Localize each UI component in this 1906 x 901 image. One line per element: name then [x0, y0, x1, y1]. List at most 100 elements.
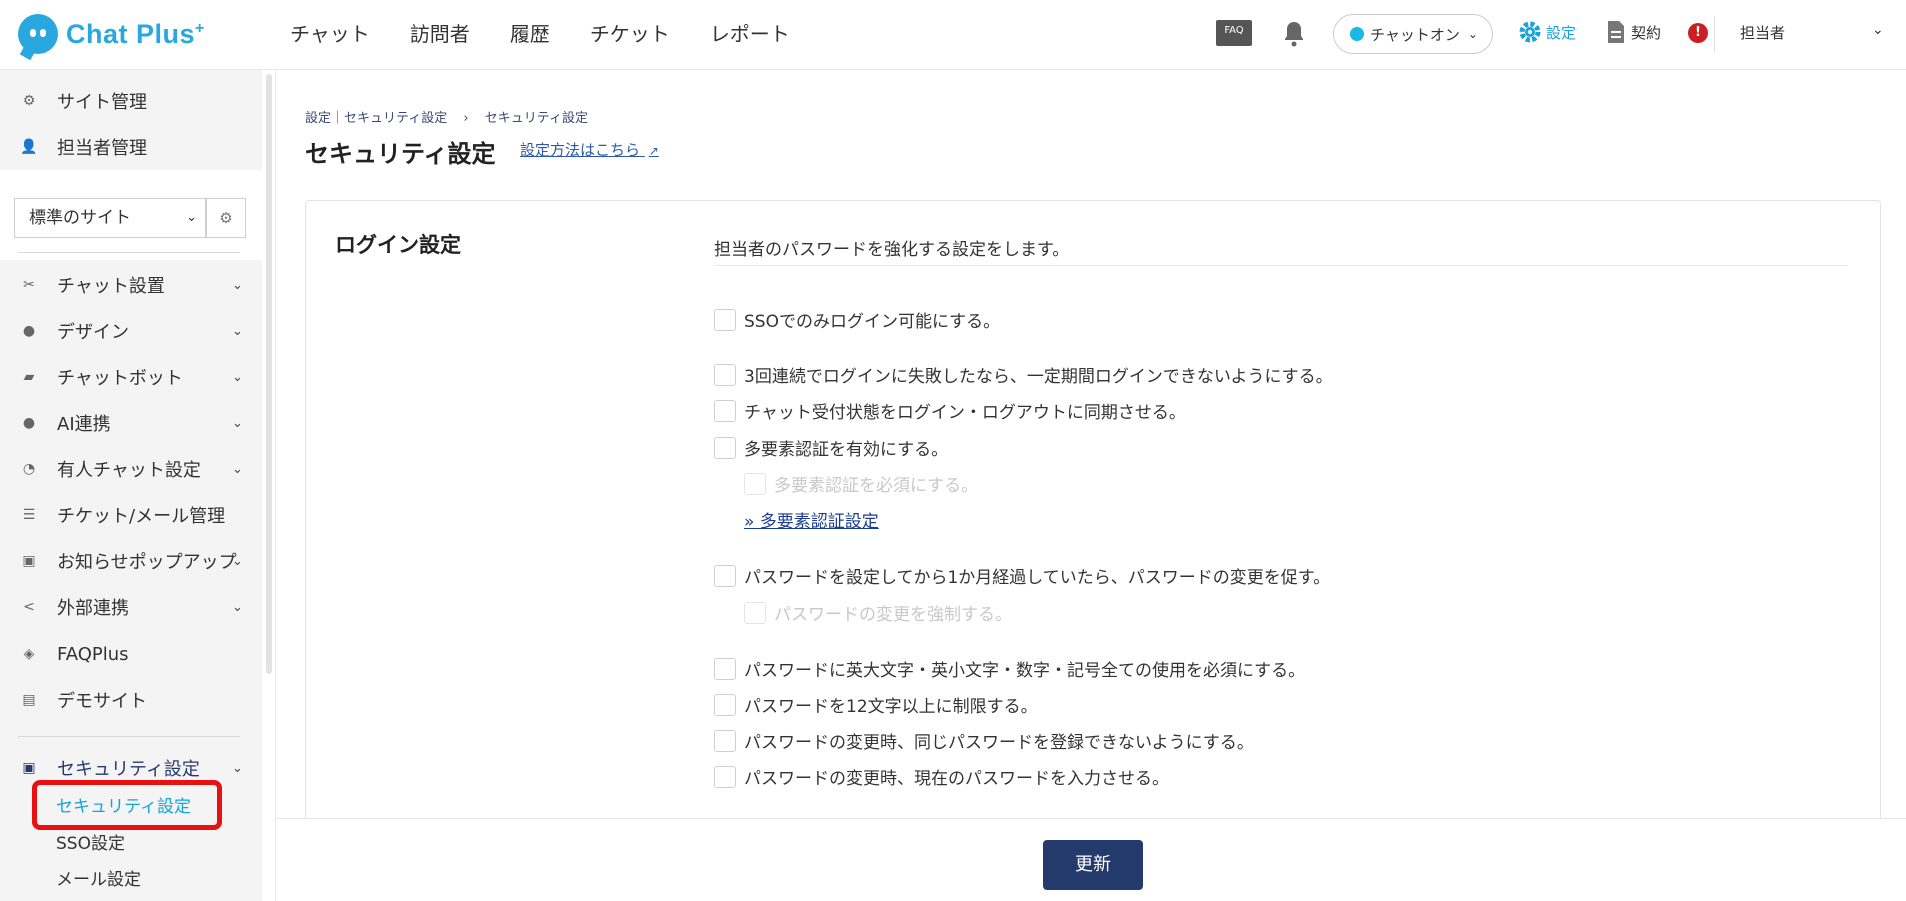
chevron-down-icon: ⌄ — [232, 760, 243, 776]
chevron-down-icon: ⌄ — [232, 369, 243, 385]
contract-label: 契約 — [1631, 23, 1662, 42]
option-password-history[interactable]: パスワードの変更時、同じパスワードを登録できないようにする。 — [714, 728, 1254, 753]
palette-icon: ● — [22, 323, 36, 339]
sidebar-item-agent-management[interactable]: 👤 担当者管理 — [0, 125, 262, 169]
checkbox[interactable] — [714, 729, 736, 752]
sidebar-divider — [18, 736, 240, 737]
highlight-annotation — [32, 780, 222, 830]
sidebar-scrollbar[interactable] — [262, 70, 276, 901]
option-password-length[interactable]: パスワードを12文字以上に制限する。 — [714, 692, 1038, 717]
gear-icon — [1519, 21, 1541, 43]
scrollbar-thumb[interactable] — [266, 74, 272, 674]
breadcrumb-parent[interactable]: 設定｜セキュリティ設定 — [305, 111, 447, 126]
section-divider — [714, 265, 1848, 266]
sidebar-item-site-management[interactable]: ⚙ サイト管理 — [0, 79, 262, 123]
chat-bubble-logo-icon — [18, 14, 58, 54]
checkbox[interactable] — [714, 399, 736, 422]
nav-reports[interactable]: レポート — [710, 18, 790, 47]
sidebar-divider — [18, 252, 240, 253]
howto-link[interactable]: 設定方法はこちら ↗ — [520, 139, 659, 160]
status-dot-icon — [1350, 27, 1364, 41]
nav-chat[interactable]: チャット — [290, 18, 370, 47]
top-navigation: チャット 訪問者 履歴 チケット レポート — [290, 18, 790, 47]
sidebar-item-chat-install[interactable]: ✂ チャット設置 ⌄ — [0, 263, 262, 307]
checkbox[interactable] — [714, 765, 736, 788]
chat-bubble-icon: ▰ — [23, 369, 35, 385]
popup-icon: ▣ — [22, 553, 36, 569]
site-settings-gear-icon[interactable]: ⚙ — [206, 198, 246, 238]
option-lockout[interactable]: 3回連続でログインに失敗したなら、一定期間ログインできないようにする。 — [714, 362, 1333, 387]
document-icon — [1608, 21, 1624, 43]
checkbox[interactable] — [714, 657, 736, 680]
option-force-password-change: パスワードの変更を強制する。 — [744, 600, 1012, 625]
faq-plus-icon: ◈ — [23, 646, 35, 662]
update-button[interactable]: 更新 — [1043, 840, 1143, 890]
sidebar-item-popup[interactable]: ▣ お知らせポップアップ ⌄ — [0, 539, 262, 583]
chat-status-toggle[interactable]: チャットオン ⌄ — [1333, 14, 1493, 54]
option-password-complexity[interactable]: パスワードに英大文字・英小文字・数字・記号全ての使用を必須にする。 — [714, 656, 1305, 681]
checkbox[interactable] — [714, 564, 736, 587]
page-title: セキュリティ設定 — [305, 140, 496, 168]
option-mfa-enable[interactable]: 多要素認証を有効にする。 — [714, 435, 948, 460]
user-menu[interactable]: 担当者 — [1740, 22, 1785, 43]
alert-icon[interactable]: ! — [1688, 23, 1708, 43]
app-logo[interactable]: Chat Plus+ — [18, 14, 205, 54]
checkbox-disabled — [744, 472, 766, 495]
app-name: Chat Plus+ — [66, 18, 205, 49]
user-gear-icon: 👤 — [20, 139, 38, 155]
chevron-down-icon: ⌄ — [232, 599, 243, 615]
chevron-down-icon: ⌄ — [1467, 27, 1478, 41]
bell-icon[interactable] — [1282, 20, 1306, 48]
chat-status-label: チャットオン — [1370, 25, 1460, 44]
mfa-settings-link[interactable]: » 多要素認証設定 — [744, 507, 879, 532]
chevron-down-icon: ⌄ — [232, 461, 243, 477]
checkbox[interactable] — [714, 693, 736, 716]
checkbox[interactable] — [714, 363, 736, 386]
checkbox[interactable] — [714, 436, 736, 459]
option-sso-only[interactable]: SSOでのみログイン可能にする。 — [714, 307, 1000, 332]
breadcrumb-separator: › — [463, 111, 469, 126]
external-link-icon: ↗ — [648, 144, 659, 158]
sidebar-item-faqplus[interactable]: ◈ FAQPlus — [0, 632, 262, 676]
contract-link[interactable]: 契約 — [1606, 20, 1661, 44]
sidebar-item-live-chat[interactable]: ◔ 有人チャット設定 ⌄ — [0, 447, 262, 491]
chevron-down-icon: ⌄ — [232, 277, 243, 293]
sidebar-item-demo-site[interactable]: ▤ デモサイト — [0, 678, 262, 722]
sidebar-item-chatbot[interactable]: ▰ チャットボット ⌄ — [0, 355, 262, 399]
sidebar-subitem-sso[interactable]: SSO設定 — [56, 829, 125, 854]
section-title: ログイン設定 — [335, 233, 461, 257]
chevron-down-icon[interactable]: ⌄ — [1872, 22, 1884, 38]
sidebar-item-design[interactable]: ● デザイン ⌄ — [0, 309, 262, 353]
sidebar-subitem-mail[interactable]: メール設定 — [56, 865, 141, 890]
sidebar-item-ai[interactable]: ● AI連携 ⌄ — [0, 401, 262, 445]
faq-icon[interactable]: FAQ — [1216, 20, 1252, 46]
browser-icon: ▤ — [22, 692, 36, 708]
option-mfa-required: 多要素認証を必須にする。 — [744, 471, 978, 496]
chevron-down-icon: ⌄ — [232, 415, 243, 431]
nav-history[interactable]: 履歴 — [510, 18, 550, 47]
share-icon: < — [23, 599, 35, 615]
bulb-icon: ● — [22, 415, 36, 431]
chevron-down-icon: ⌄ — [232, 553, 243, 569]
sidebar-item-integration[interactable]: < 外部連携 ⌄ — [0, 585, 262, 629]
chevron-down-icon: ⌄ — [186, 210, 197, 225]
sidebar-item-ticket-mail[interactable]: ☰ チケット/メール管理 — [0, 493, 262, 537]
settings-link[interactable]: 設定 — [1518, 20, 1576, 44]
headset-icon: ◔ — [22, 461, 36, 477]
header-divider — [1714, 16, 1715, 52]
shield-icon: ▣ — [22, 760, 36, 776]
checkbox[interactable] — [714, 308, 736, 331]
section-description: 担当者のパスワードを強化する設定をします。 — [714, 240, 1070, 260]
gear-sites-icon: ⚙ — [22, 93, 36, 109]
site-select[interactable]: 標準のサイト ⌄ — [14, 198, 206, 238]
settings-label: 設定 — [1546, 23, 1577, 42]
breadcrumb: 設定｜セキュリティ設定 › セキュリティ設定 — [305, 107, 588, 126]
option-password-expiry[interactable]: パスワードを設定してから1か月経過していたら、パスワードの変更を促す。 — [714, 563, 1330, 588]
option-current-password[interactable]: パスワードの変更時、現在のパスワードを入力させる。 — [714, 764, 1169, 789]
option-sync-status[interactable]: チャット受付状態をログイン・ログアウトに同期させる。 — [714, 398, 1186, 423]
list-icon: ☰ — [22, 507, 36, 523]
nav-tickets[interactable]: チケット — [590, 18, 670, 47]
tools-icon: ✂ — [23, 277, 35, 293]
nav-visitors[interactable]: 訪問者 — [410, 18, 470, 47]
chevron-down-icon: ⌄ — [232, 323, 243, 339]
